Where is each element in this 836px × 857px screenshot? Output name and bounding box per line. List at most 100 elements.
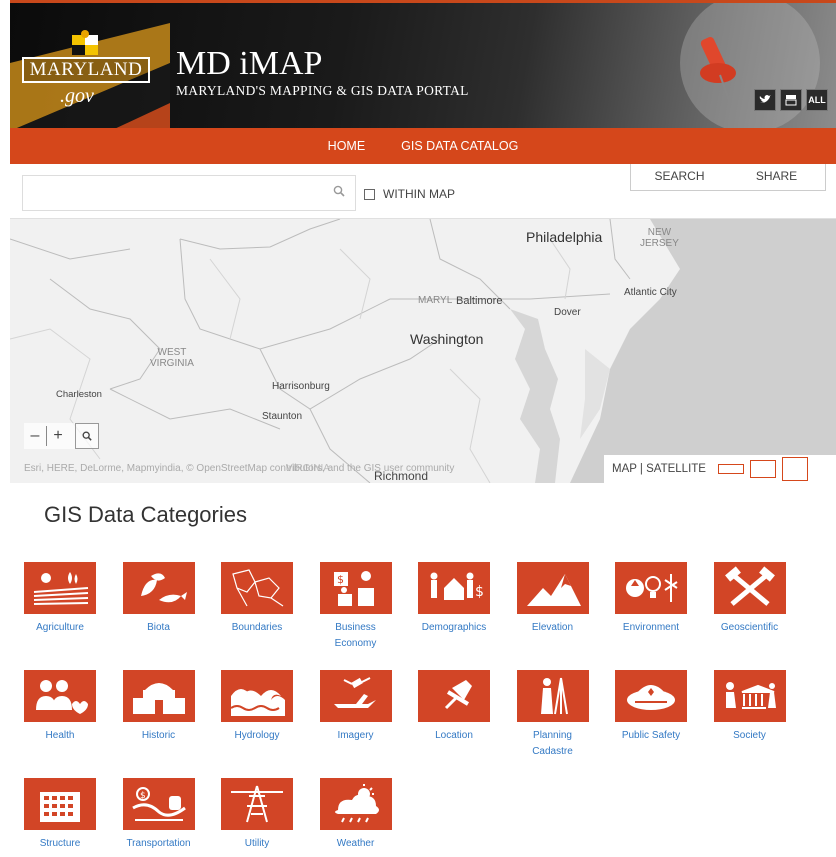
business-icon[interactable]: $	[319, 562, 392, 614]
basemap-option-small[interactable]	[717, 464, 744, 474]
structure-icon[interactable]	[24, 778, 96, 830]
boundaries-icon[interactable]	[221, 562, 293, 614]
map-label-staunton: Staunton	[262, 411, 303, 422]
category-label[interactable]: Elevation	[503, 620, 603, 636]
category-environment[interactable]: Environment	[601, 562, 701, 636]
category-label[interactable]: Business Economy	[306, 620, 406, 652]
tab-search[interactable]: SEARCH	[631, 164, 728, 190]
map-label-new-jersey: NEW JERSEY	[640, 227, 679, 249]
map-label-maryland: MARYL	[418, 295, 453, 306]
nav-home[interactable]: HOME	[328, 139, 366, 153]
category-hydrology[interactable]: Hydrology	[207, 670, 307, 744]
category-label[interactable]: Planning Cadastre	[503, 728, 603, 760]
category-society[interactable]: Society	[700, 670, 800, 744]
location-icon[interactable]	[418, 670, 490, 722]
category-transportation[interactable]: $ Transportation	[109, 778, 209, 852]
basemap-graphic	[10, 219, 836, 483]
within-map-checkbox[interactable]	[364, 188, 375, 200]
category-label[interactable]: Transportation	[109, 836, 209, 852]
category-imagery[interactable]: Imagery	[306, 670, 406, 744]
category-label[interactable]: Imagery	[306, 728, 406, 744]
category-boundaries[interactable]: Boundaries	[207, 562, 307, 636]
category-label[interactable]: Society	[700, 728, 800, 744]
zoom-in-button[interactable]: +	[47, 423, 69, 449]
search-bar-row: WITHIN MAP SEARCH SHARE	[10, 164, 836, 219]
hydrology-icon[interactable]	[221, 670, 293, 722]
category-label[interactable]: Location	[404, 728, 504, 744]
logo-maryland-text: MARYLAND	[22, 57, 150, 83]
svg-text:$: $	[475, 584, 483, 600]
weather-icon[interactable]	[319, 778, 392, 830]
demographics-icon[interactable]: $	[418, 562, 490, 614]
zoom-out-button[interactable]: –	[24, 423, 46, 449]
category-label[interactable]: Boundaries	[207, 620, 307, 636]
environment-icon[interactable]	[615, 562, 687, 614]
within-map-label: WITHIN MAP	[383, 187, 455, 201]
site-subtitle: MARYLAND'S MAPPING & GIS DATA PORTAL	[176, 83, 469, 98]
category-label[interactable]: Hydrology	[207, 728, 307, 744]
category-public-safety[interactable]: Public Safety	[601, 670, 701, 744]
category-label[interactable]: Weather	[306, 836, 406, 852]
twitter-icon[interactable]	[754, 89, 776, 111]
category-label[interactable]: Geoscientific	[700, 620, 800, 636]
map-attribution: Esri, HERE, DeLorme, Mapmyindia, © OpenS…	[24, 463, 455, 474]
map-label-philadelphia: Philadelphia	[526, 229, 603, 245]
zoom-controls: – +	[24, 423, 99, 449]
map-search-icon[interactable]	[75, 423, 99, 449]
transportation-icon[interactable]: $	[122, 778, 195, 830]
nav-gis-data-catalog[interactable]: GIS DATA CATALOG	[401, 139, 518, 153]
category-label[interactable]: Biota	[109, 620, 209, 636]
biota-icon[interactable]	[122, 562, 195, 614]
health-icon[interactable]	[24, 670, 96, 722]
category-label[interactable]: Structure	[10, 836, 110, 852]
category-health[interactable]: Health	[10, 670, 110, 744]
public-safety-icon[interactable]	[615, 670, 687, 722]
utility-icon[interactable]	[221, 778, 293, 830]
map-label-baltimore: Baltimore	[456, 295, 503, 307]
category-label[interactable]: Health	[10, 728, 110, 744]
social-links: ALL	[754, 89, 828, 111]
categories-title: GIS Data Categories	[44, 502, 247, 527]
within-map-toggle[interactable]: WITHIN MAP	[364, 187, 455, 201]
category-label[interactable]: Agriculture	[10, 620, 110, 636]
category-structure[interactable]: Structure	[10, 778, 110, 852]
youtube-icon[interactable]	[780, 89, 802, 111]
category-utility[interactable]: Utility	[207, 778, 307, 852]
basemap-option-large[interactable]	[781, 457, 808, 481]
map-label-charleston: Charleston	[56, 389, 102, 400]
category-weather[interactable]: Weather	[306, 778, 406, 852]
category-elevation[interactable]: Elevation	[503, 562, 603, 636]
imagery-icon[interactable]	[319, 670, 392, 722]
category-biota[interactable]: Biota	[109, 562, 209, 636]
category-label[interactable]: Environment	[601, 620, 701, 636]
elevation-icon[interactable]	[516, 562, 589, 614]
category-label[interactable]: Demographics	[404, 620, 504, 636]
search-share-tabs: SEARCH SHARE	[630, 164, 826, 191]
basemap-label[interactable]: MAP | SATELLITE	[612, 463, 706, 475]
category-demographics[interactable]: $ Demographics	[404, 562, 504, 636]
planning-icon[interactable]	[516, 670, 589, 722]
tab-share[interactable]: SHARE	[728, 164, 825, 190]
category-label[interactable]: Public Safety	[601, 728, 701, 744]
site-header: MARYLAND .gov MD iMAP MARYLAND'S MAPPING…	[10, 0, 836, 128]
category-historic[interactable]: Historic	[109, 670, 209, 744]
site-title: MD iMAP	[176, 45, 323, 82]
category-label[interactable]: Utility	[207, 836, 307, 852]
search-input[interactable]	[22, 175, 356, 211]
category-planning-cadastre[interactable]: Planning Cadastre	[503, 670, 603, 760]
basemap-option-medium[interactable]	[749, 460, 776, 478]
historic-icon[interactable]	[122, 670, 195, 722]
all-social-icon[interactable]: ALL	[806, 89, 828, 111]
category-location[interactable]: Location	[404, 670, 504, 744]
society-icon[interactable]	[713, 670, 786, 722]
category-label[interactable]: Historic	[109, 728, 209, 744]
agriculture-icon[interactable]	[24, 562, 96, 614]
basemap-switcher: MAP | SATELLITE	[604, 455, 836, 483]
search-icon[interactable]	[333, 184, 345, 200]
category-agriculture[interactable]: Agriculture	[10, 562, 110, 636]
geoscientific-icon[interactable]	[713, 562, 786, 614]
maryland-gov-logo[interactable]: MARYLAND .gov	[22, 30, 150, 111]
category-geoscientific[interactable]: Geoscientific	[700, 562, 800, 636]
map-view[interactable]: Philadelphia NEW JERSEY Atlantic City MA…	[10, 219, 836, 483]
category-business-economy[interactable]: $ Business Economy	[306, 562, 406, 652]
